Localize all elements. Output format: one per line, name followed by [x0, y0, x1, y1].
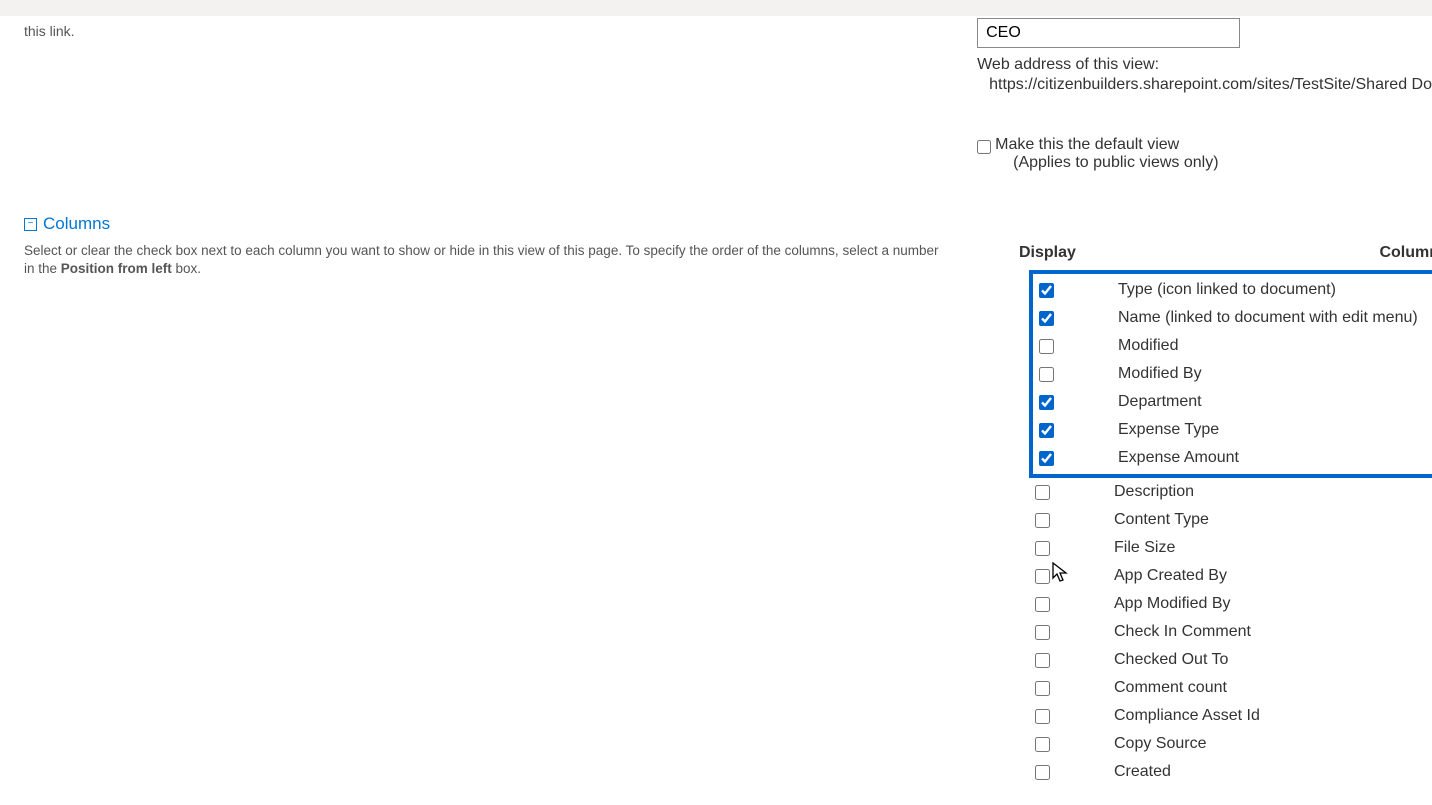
column-row: Checked Out To [1019, 646, 1432, 674]
column-name-label: Checked Out To [1114, 651, 1228, 669]
column-display-checkbox[interactable] [1035, 653, 1050, 668]
columnname-column-header: Column [1379, 244, 1432, 262]
column-name-label: Comment count [1114, 679, 1227, 697]
column-name-label: App Modified By [1114, 595, 1231, 613]
column-row: Modified By [1033, 360, 1432, 388]
column-row: Name (linked to document with edit menu) [1033, 304, 1432, 332]
column-name-label: Description [1114, 483, 1194, 501]
column-display-checkbox[interactable] [1039, 395, 1054, 410]
column-display-checkbox[interactable] [1035, 513, 1050, 528]
column-name-label: App Created By [1114, 567, 1227, 585]
column-display-checkbox[interactable] [1039, 311, 1054, 326]
column-row: Department [1033, 388, 1432, 416]
column-display-checkbox[interactable] [1035, 485, 1050, 500]
column-display-checkbox[interactable] [1035, 681, 1050, 696]
column-name-label: File Size [1114, 539, 1175, 557]
column-name-label: Modified [1118, 337, 1178, 355]
column-row: Expense Type [1033, 416, 1432, 444]
column-row: Description [1019, 478, 1432, 506]
columns-title: Columns [43, 214, 110, 234]
view-name-input[interactable] [977, 18, 1240, 48]
column-display-checkbox[interactable] [1039, 367, 1054, 382]
display-column-header: Display [1019, 244, 1124, 262]
column-name-label: Compliance Asset Id [1114, 707, 1260, 725]
default-view-sublabel: (Applies to public views only) [1013, 154, 1218, 172]
column-name-label: Check In Comment [1114, 623, 1251, 641]
column-name-label: Name (linked to document with edit menu) [1118, 309, 1418, 327]
collapse-icon[interactable]: − [24, 218, 37, 231]
column-row: Modified [1033, 332, 1432, 360]
highlighted-columns-box: Type (icon linked to document) Name (link… [1029, 270, 1432, 478]
column-name-label: Type (icon linked to document) [1118, 281, 1336, 299]
column-row: Type (icon linked to document) [1033, 276, 1432, 304]
column-display-checkbox[interactable] [1035, 541, 1050, 556]
column-row: File Size [1019, 534, 1432, 562]
column-row: Expense Amount [1033, 444, 1432, 472]
column-row: App Modified By [1019, 590, 1432, 618]
column-row: App Created By [1019, 562, 1432, 590]
column-name-label: Expense Amount [1118, 449, 1239, 467]
web-address-url: https://citizenbuilders.sharepoint.com/s… [989, 76, 1432, 94]
column-display-checkbox[interactable] [1035, 569, 1050, 584]
column-name-label: Expense Type [1118, 421, 1219, 439]
column-row: Copy Source [1019, 730, 1432, 758]
column-display-checkbox[interactable] [1035, 625, 1050, 640]
columns-header[interactable]: − Columns [24, 214, 1432, 234]
column-display-checkbox[interactable] [1039, 423, 1054, 438]
column-name-label: Copy Source [1114, 735, 1207, 753]
column-display-checkbox[interactable] [1039, 283, 1054, 298]
name-help-text: this link. [24, 18, 964, 41]
column-row: Comment count [1019, 674, 1432, 702]
column-display-checkbox[interactable] [1039, 451, 1054, 466]
name-section: this link. Web address of this view: htt… [24, 18, 1432, 172]
column-row: Compliance Asset Id [1019, 702, 1432, 730]
default-view-label: Make this the default view [995, 136, 1218, 154]
column-row: Content Type [1019, 506, 1432, 534]
browser-top-spacer [0, 0, 1432, 16]
column-name-label: Content Type [1114, 511, 1209, 529]
web-address-label: Web address of this view: [977, 56, 1432, 74]
column-name-label: Modified By [1118, 365, 1202, 383]
column-display-checkbox[interactable] [1035, 597, 1050, 612]
columns-table: Display Column Type (icon linked to docu… [1019, 244, 1432, 786]
column-name-label: Created [1114, 763, 1171, 781]
column-row: Created [1019, 758, 1432, 786]
column-display-checkbox[interactable] [1035, 737, 1050, 752]
column-display-checkbox[interactable] [1039, 339, 1054, 354]
column-display-checkbox[interactable] [1035, 709, 1050, 724]
default-view-checkbox[interactable] [977, 140, 991, 154]
column-display-checkbox[interactable] [1035, 765, 1050, 780]
column-name-label: Department [1118, 393, 1202, 411]
column-row: Check In Comment [1019, 618, 1432, 646]
columns-help-text: Select or clear the check box next to ea… [24, 242, 944, 277]
